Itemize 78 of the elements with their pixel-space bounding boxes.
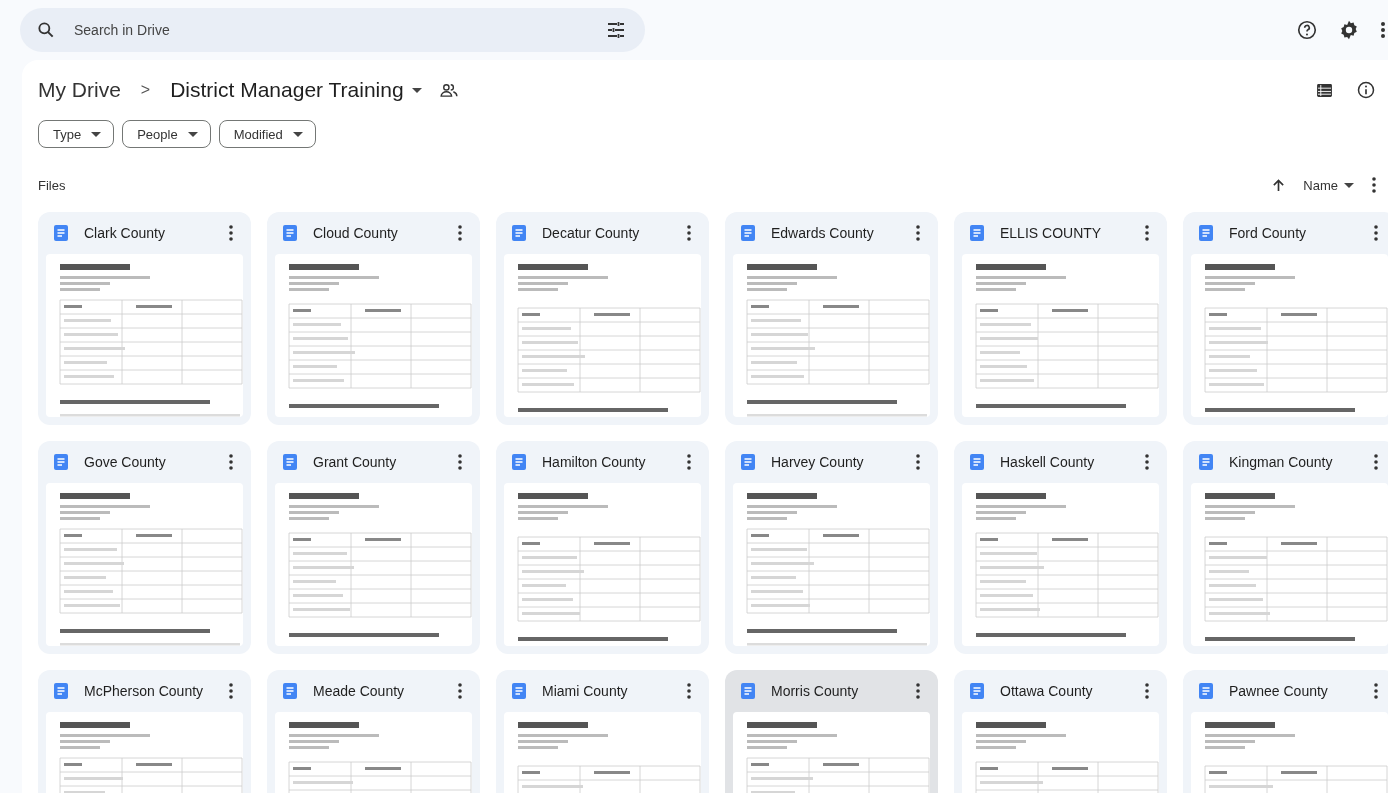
- document-icon: [741, 454, 755, 470]
- more-options-icon[interactable]: [1372, 177, 1376, 193]
- caret-icon: [187, 131, 198, 137]
- help-icon[interactable]: [1296, 19, 1318, 41]
- file-card[interactable]: Clark County: [38, 212, 251, 425]
- document-icon: [54, 683, 68, 699]
- file-name: Meade County: [313, 683, 406, 699]
- breadcrumb-link[interactable]: My Drive: [38, 78, 121, 102]
- file-card[interactable]: Cloud County: [267, 212, 480, 425]
- file-name: Haskell County: [1000, 454, 1096, 470]
- document-icon: [54, 225, 68, 241]
- search-bar[interactable]: Search in Drive: [20, 8, 645, 52]
- settings-icon[interactable]: [1338, 19, 1360, 41]
- file-name: Cloud County: [313, 225, 399, 241]
- file-name: Kingman County: [1229, 454, 1334, 470]
- arrow-up-icon[interactable]: [1272, 178, 1286, 192]
- file-name: Harvey County: [771, 454, 865, 470]
- file-card[interactable]: ELLIS COUNTY: [954, 212, 1167, 425]
- file-card[interactable]: Edwards County: [725, 212, 938, 425]
- filter-chip[interactable]: People: [122, 120, 211, 148]
- breadcrumb-separator: >: [140, 81, 151, 99]
- file-name: Ottawa County: [1000, 683, 1094, 699]
- file-card[interactable]: Meade County: [267, 670, 480, 793]
- document-icon: [970, 225, 984, 241]
- document-icon: [1199, 225, 1213, 241]
- caret-icon: [411, 87, 422, 93]
- caret-icon: [1344, 182, 1354, 188]
- document-icon: [512, 225, 526, 241]
- section-title: Files: [38, 177, 66, 193]
- filter-chip[interactable]: Modified: [218, 120, 316, 148]
- search-field[interactable]: Search in Drive: [72, 21, 591, 39]
- file-card[interactable]: McPherson County: [38, 670, 251, 793]
- file-name: Ford County: [1229, 225, 1308, 241]
- file-name: Edwards County: [771, 225, 875, 241]
- shared-people-icon: [439, 83, 458, 97]
- document-icon: [970, 683, 984, 699]
- document-icon: [54, 454, 68, 470]
- filter-chip[interactable]: Type: [38, 120, 115, 148]
- folder-title-dropdown[interactable]: District Manager Training: [170, 78, 422, 102]
- document-icon: [970, 454, 984, 470]
- sort-dropdown[interactable]: Name: [1303, 177, 1354, 193]
- file-card[interactable]: Decatur County: [496, 212, 709, 425]
- file-card[interactable]: Harvey County: [725, 441, 938, 654]
- file-name: Grant County: [313, 454, 398, 470]
- file-card[interactable]: Morris County: [725, 670, 938, 793]
- file-card[interactable]: Ford County: [1183, 212, 1388, 425]
- file-card[interactable]: Hamilton County: [496, 441, 709, 654]
- list-view-icon[interactable]: [1317, 83, 1332, 97]
- document-icon: [283, 454, 297, 470]
- info-icon[interactable]: [1356, 80, 1376, 100]
- file-card[interactable]: Pawnee County: [1183, 670, 1388, 793]
- file-name: Miami County: [542, 683, 629, 699]
- document-icon: [283, 225, 297, 241]
- file-card[interactable]: Haskell County: [954, 441, 1167, 654]
- file-name: Pawnee County: [1229, 683, 1329, 699]
- document-icon: [741, 225, 755, 241]
- document-icon: [1199, 454, 1213, 470]
- document-icon: [283, 683, 297, 699]
- caret-icon: [292, 131, 303, 137]
- file-name: Gove County: [84, 454, 167, 470]
- document-icon: [741, 683, 755, 699]
- search-icon: [36, 20, 56, 40]
- file-card[interactable]: Gove County: [38, 441, 251, 654]
- document-icon: [512, 683, 526, 699]
- file-card[interactable]: Grant County: [267, 441, 480, 654]
- caret-icon: [91, 131, 102, 137]
- filter-sliders-icon[interactable]: [607, 21, 625, 39]
- document-icon: [512, 454, 526, 470]
- file-name: Clark County: [84, 225, 166, 241]
- file-name: ELLIS COUNTY: [1000, 225, 1103, 241]
- file-card[interactable]: Miami County: [496, 670, 709, 793]
- file-name: McPherson County: [84, 683, 205, 699]
- document-icon: [1199, 683, 1213, 699]
- file-name: Hamilton County: [542, 454, 647, 470]
- file-card[interactable]: Kingman County: [1183, 441, 1388, 654]
- file-name: Decatur County: [542, 225, 641, 241]
- file-name: Morris County: [771, 683, 860, 699]
- file-card[interactable]: Ottawa County: [954, 670, 1167, 793]
